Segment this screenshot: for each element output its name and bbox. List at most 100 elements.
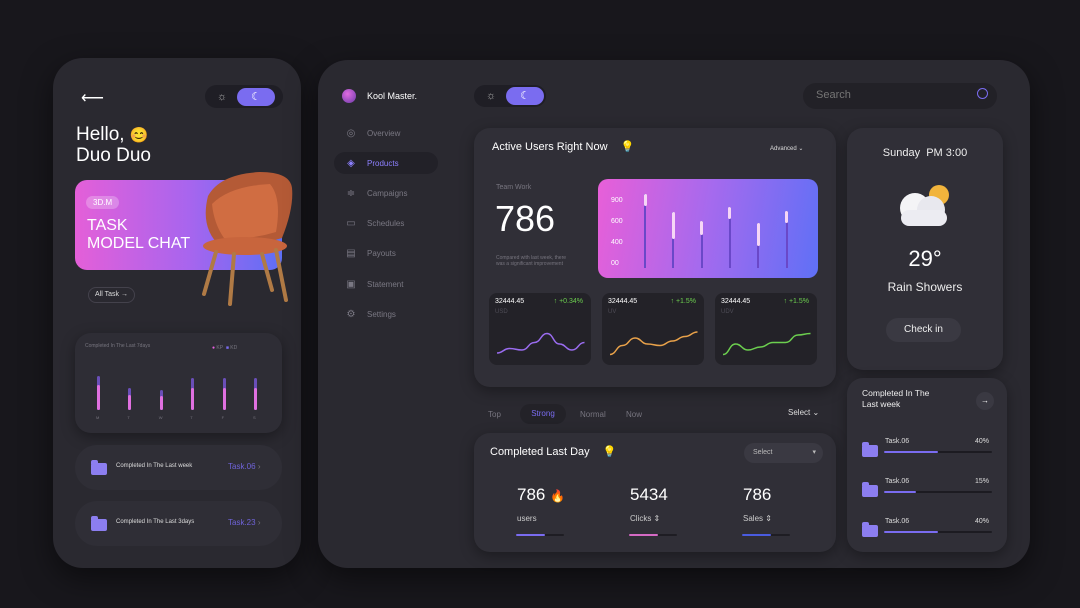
sidebar-item-overview[interactable]: ◎ Overview (334, 122, 438, 144)
theme-toggle-mobile[interactable]: ☼ ☾ (205, 85, 283, 108)
statement-icon: ▣ (346, 278, 356, 290)
stat-value: 5434 (630, 485, 668, 504)
completed-day-select[interactable]: Select ▾ (744, 443, 823, 463)
stat-progress (629, 534, 677, 536)
sidebar-item-label: Settings (367, 309, 396, 319)
sidebar-item-statement[interactable]: ▣ Statement (334, 273, 438, 295)
sparkline (496, 332, 585, 354)
sidebar-item-payouts[interactable]: ▤ Payouts (334, 243, 438, 265)
advanced-dropdown[interactable]: Advanced ⌄ (770, 145, 803, 152)
moon-icon[interactable]: ☾ (237, 87, 275, 106)
folder-icon (91, 460, 107, 475)
bar-label: M (96, 415, 100, 420)
y-tick: 600 (611, 218, 623, 225)
metric-card[interactable]: 32444.45 ↑ +0.34% USD (489, 293, 591, 365)
team-work-label: Team Work (496, 184, 532, 191)
campaigns-icon: ≑ (346, 187, 356, 199)
sidebar-item-label: Products (367, 158, 399, 168)
back-arrow-icon[interactable]: ⟵ (81, 88, 104, 108)
y-tick: 900 (611, 197, 623, 204)
products-icon: ◈ (347, 157, 355, 169)
all-task-button[interactable]: All Task → (88, 287, 135, 303)
bar-label: F (221, 415, 225, 420)
sparkline (722, 332, 811, 356)
sun-icon[interactable]: ☼ (476, 90, 506, 102)
tab-normal[interactable]: Normal (580, 410, 606, 419)
stat-label: Sales ⇕ (743, 514, 772, 523)
stat-progress (742, 534, 790, 536)
task-name: Task.06 (885, 438, 910, 445)
folder-icon (862, 522, 878, 537)
moon-icon[interactable]: ☾ (506, 87, 544, 105)
task-percent: 15% (975, 478, 990, 485)
list-item-task: Task.06 › (228, 462, 261, 471)
completed-day-title: Completed Last Day 💡 (490, 446, 617, 458)
bar (191, 388, 195, 410)
check-in-button[interactable]: Check in (886, 318, 961, 342)
stat-value: 786 (743, 485, 772, 504)
search-icon[interactable] (977, 88, 988, 99)
chart-bar-highlight (728, 207, 732, 219)
hero-title: TASK MODEL CHAT (87, 217, 191, 252)
tab-strong[interactable]: Strong (520, 404, 566, 424)
theme-toggle[interactable]: ☼ ☾ (474, 85, 546, 107)
sidebar-item-label: Schedules (367, 219, 405, 229)
search-input[interactable] (816, 89, 966, 101)
lightbulb-icon: 💡 (602, 446, 617, 458)
list-item-label: Completed In The Last week (116, 463, 193, 469)
metric-card[interactable]: 32444.45 ↑ +1.5% UDV (715, 293, 817, 365)
payouts-icon: ▤ (346, 248, 356, 260)
tab-top[interactable]: Top (488, 410, 501, 419)
schedules-icon: ▭ (346, 218, 356, 230)
bar (159, 395, 163, 410)
bar (222, 388, 226, 410)
arrow-right-icon: → (120, 291, 128, 298)
team-work-note: Compared with last week, there was a sig… (496, 255, 567, 267)
sidebar-item-schedules[interactable]: ▭ Schedules (334, 213, 438, 235)
greeting: Hello, 😊 (76, 124, 149, 145)
stat-progress (516, 534, 564, 536)
user-name: Duo Duo (76, 145, 151, 166)
sun-icon[interactable]: ☼ (207, 91, 237, 103)
search-bar[interactable] (803, 83, 997, 109)
bar (254, 388, 257, 410)
sidebar-item-settings[interactable]: ⚙ Settings (334, 303, 438, 325)
sidebar-item-label: Statement (367, 279, 404, 289)
sidebar-item-label: Overview (367, 128, 401, 138)
bar (97, 385, 100, 410)
completed-week-arrow-button[interactable]: → (976, 392, 994, 410)
bar-label: W (158, 415, 163, 420)
sidebar-item-label: Payouts (367, 249, 396, 259)
task-progress (884, 451, 992, 453)
team-work-value: 786 (495, 198, 556, 239)
bar-label: T (127, 415, 130, 420)
tab-now[interactable]: Now (626, 410, 642, 419)
cloud-sun-icon (900, 185, 949, 226)
task-name: Task.06 (885, 478, 910, 485)
chair-image (202, 172, 293, 306)
tabs-select[interactable]: Select ⌄ (788, 408, 819, 417)
sidebar-item-label: Campaigns (367, 188, 408, 198)
folder-icon (862, 442, 878, 457)
phone-chart-title: Completed In The Last 7days (85, 343, 151, 349)
task-percent: 40% (975, 518, 990, 525)
sidebar-item-products[interactable]: ◈ Products (334, 152, 438, 175)
overview-icon: ◎ (346, 127, 356, 139)
task-progress (884, 531, 992, 533)
weather-datetime: Sunday PM 3:00 (882, 147, 968, 159)
bar-label: T (190, 415, 193, 420)
list-item-task: Task.23 › (228, 518, 261, 527)
chart-bar-highlight (785, 211, 788, 223)
y-tick: 00 (611, 260, 619, 267)
bar (128, 394, 132, 410)
metric-card[interactable]: 32444.45 ↑ +1.5% UV (602, 293, 704, 365)
stat-label: users (517, 514, 537, 523)
active-users-title: Active Users Right Now 💡 (492, 141, 635, 153)
folder-icon (91, 516, 107, 531)
sidebar-item-campaigns[interactable]: ≑ Campaigns (334, 182, 438, 204)
task-percent: 40% (975, 438, 990, 445)
lightbulb-icon: 💡 (620, 141, 635, 153)
brand-name: Kool Master. (367, 91, 418, 101)
hero-badge: 3D.M (86, 196, 120, 209)
folder-icon (862, 482, 878, 497)
